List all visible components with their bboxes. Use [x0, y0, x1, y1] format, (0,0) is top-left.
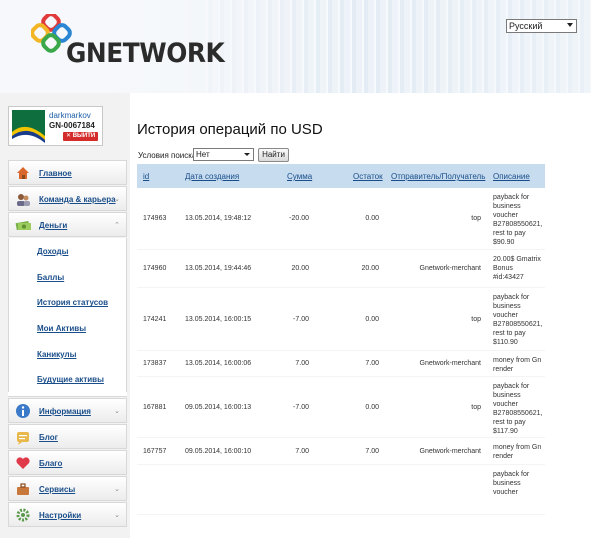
chevron-down-icon: ⌄ [114, 408, 120, 416]
settings-icon [16, 508, 30, 522]
table-row: 173837 13.05.2014, 16:00:06 7.00 7.00 Gnetwo… [137, 351, 545, 377]
find-button[interactable]: Найти [258, 148, 289, 162]
table-header: id Дата создания Сумма Остаток Отправите… [137, 164, 545, 188]
cell-balance: 7.00 [365, 360, 379, 367]
cell-id: 174963 [143, 215, 167, 222]
submenu-item-income[interactable]: Доходы [8, 238, 127, 264]
cell-description: money from Gn render [493, 357, 542, 373]
submenu-item-vacation[interactable]: Каникулы [8, 340, 127, 367]
column-header-party[interactable]: Отправитель/Получатель [391, 172, 485, 181]
cell-amount: -20.00 [289, 215, 309, 222]
cell-description: 20.00$ Gmatrix Bonus #id:43427 [493, 256, 541, 281]
submenu-item-status-history[interactable]: История статусов [8, 289, 127, 316]
cell-balance: 7.00 [365, 448, 379, 455]
operations-table: id Дата создания Сумма Остаток Отправите… [137, 164, 545, 515]
avatar[interactable] [12, 110, 45, 143]
menu-item-money[interactable]: Деньги ⌃ [8, 212, 127, 237]
table-row: 167881 09.05.2014, 16:00:13 -7.00 0.00 top pa… [137, 377, 545, 438]
services-icon [17, 483, 29, 496]
cell-party: Gnetwork-merchant [419, 360, 481, 367]
team-icon [17, 194, 30, 206]
sidebar: darkmarkov GN-0067184 ✕ ВЫЙТИ Главное Ко… [0, 93, 130, 538]
menu-item-team[interactable]: Команда & карьера ⌄ [8, 186, 127, 211]
dropdown-arrow-icon [244, 153, 250, 156]
menu-item-home[interactable]: Главное [8, 160, 127, 185]
info-icon [16, 404, 30, 419]
chevron-down-icon: ⌄ [114, 512, 120, 520]
cell-date: 13.05.2014, 16:00:15 [185, 316, 252, 323]
logout-button[interactable]: ✕ ВЫЙТИ [63, 132, 99, 141]
cell-party: Gnetwork-merchant [419, 448, 481, 455]
chevron-down-icon: ⌄ [114, 486, 120, 494]
cell-balance: 20.00 [361, 265, 379, 272]
table-row: 174960 13.05.2014, 19:44:46 20.00 20.00 Gnet… [137, 250, 545, 288]
submenu-item-my-assets[interactable]: Мои Активы [8, 315, 127, 341]
money-submenu: Доходы Баллы История статусов Мои Активы… [8, 238, 127, 398]
table-row: 167757 09.05.2014, 16:00:10 7.00 7.00 Gnetwo… [137, 438, 545, 465]
filter-select-value: Нет [196, 150, 210, 159]
cell-party: top [471, 215, 481, 222]
cell-id: 173837 [143, 360, 167, 367]
cell-balance: 0.00 [365, 215, 379, 222]
cell-amount: -7.00 [293, 316, 309, 323]
cell-party: top [471, 316, 481, 323]
column-header-id[interactable]: id [143, 172, 149, 181]
table-row: 174241 13.05.2014, 16:00:15 -7.00 0.00 top pa… [137, 288, 545, 351]
cell-amount: 20.00 [291, 265, 309, 272]
table-row: payback for business voucher [137, 465, 545, 515]
cell-description: payback for business voucher B2780855062… [493, 294, 543, 346]
chevron-up-icon: ⌃ [114, 222, 120, 229]
cell-date: 13.05.2014, 16:00:06 [185, 360, 252, 367]
cell-balance: 0.00 [365, 316, 379, 323]
cell-date: 13.05.2014, 19:48:12 [185, 215, 252, 222]
user-id: GN-0067184 [49, 121, 95, 130]
language-select-value: Русский [509, 21, 543, 31]
cell-id: 174960 [143, 265, 167, 272]
menu-item-blog[interactable]: Блог [8, 424, 127, 450]
cell-amount: 7.00 [295, 360, 309, 367]
column-header-description[interactable]: Описание [493, 172, 530, 181]
home-icon [17, 167, 29, 179]
cell-party: Gnetwork-merchant [419, 265, 481, 272]
table-row: 174963 13.05.2014, 19:48:12 -20.00 0.00 top p… [137, 188, 545, 250]
column-header-amount[interactable]: Сумма [287, 172, 312, 181]
cell-id: 167757 [143, 448, 167, 455]
user-card: darkmarkov GN-0067184 ✕ ВЫЙТИ [8, 106, 103, 146]
logo-text: GNETWORK [66, 38, 225, 69]
main-menu: Главное Команда & карьера ⌄ Деньги ⌃ Дох… [8, 160, 127, 528]
menu-item-settings[interactable]: Настройки ⌄ [8, 502, 127, 528]
submenu-item-points[interactable]: Баллы [8, 263, 127, 290]
blog-icon [17, 432, 29, 446]
username-link[interactable]: darkmarkov [49, 111, 91, 120]
menu-item-info[interactable]: Информация ⌄ [8, 398, 127, 424]
column-header-date[interactable]: Дата создания [185, 172, 239, 181]
dropdown-arrow-icon [567, 23, 573, 27]
cell-date: 09.05.2014, 16:00:10 [185, 448, 252, 455]
cell-amount: 7.00 [295, 448, 309, 455]
cell-description: payback for business voucher [493, 471, 530, 496]
cell-date: 09.05.2014, 16:00:13 [185, 404, 252, 411]
money-icon [15, 221, 31, 231]
filter-label: Условия поиска [138, 151, 197, 160]
cell-id: 167881 [143, 404, 167, 411]
cell-date: 13.05.2014, 19:44:46 [185, 265, 252, 272]
page-title: История операций по USD [137, 121, 323, 138]
column-header-balance[interactable]: Остаток [353, 172, 383, 181]
table-body: 174963 13.05.2014, 19:48:12 -20.00 0.00 top p… [137, 188, 545, 515]
cell-description: payback for business voucher B2780855062… [493, 194, 543, 246]
chevron-down-icon: ⌄ [114, 196, 120, 203]
cell-amount: -7.00 [293, 404, 309, 411]
cell-description: money from Gn render [493, 444, 542, 460]
filter-select[interactable]: Нет [193, 148, 254, 161]
language-select[interactable]: Русский [506, 19, 577, 33]
menu-item-services[interactable]: Сервисы ⌄ [8, 476, 127, 502]
menu-item-charity[interactable]: Благо [8, 450, 127, 476]
cell-description: payback for business voucher B2780855062… [493, 383, 543, 435]
page-header: GNETWORK Русский [0, 0, 591, 93]
submenu-item-future-assets[interactable]: Будущие активы [8, 366, 127, 393]
cell-party: top [471, 404, 481, 411]
cell-id: 174241 [143, 316, 167, 323]
charity-icon [16, 457, 30, 470]
cell-balance: 0.00 [365, 404, 379, 411]
